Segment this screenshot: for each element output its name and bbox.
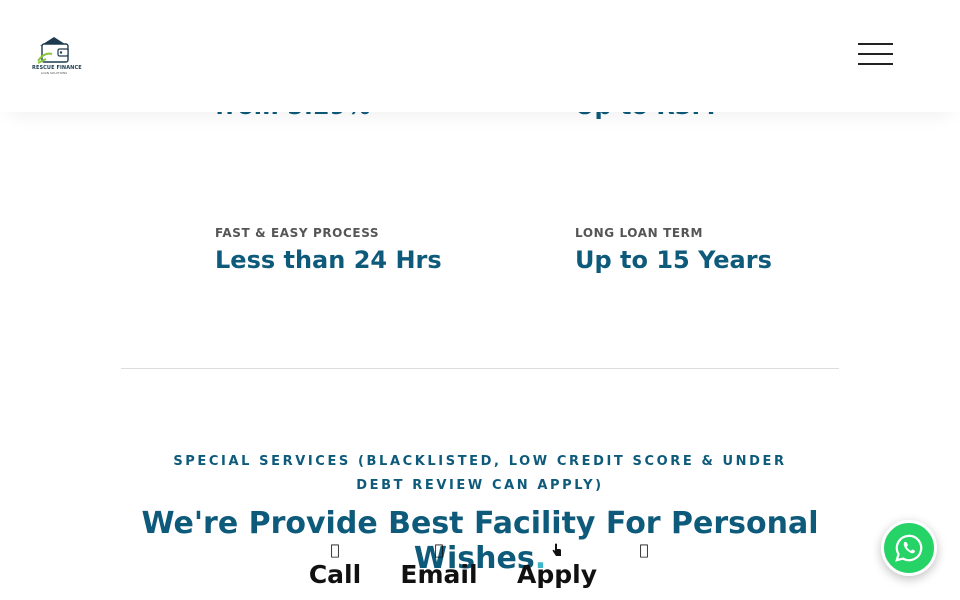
apply-label: Apply (516, 560, 597, 589)
phone-icon:  (305, 540, 365, 560)
stat-loan-term: LONG LOAN TERM Up to 15 Years (575, 226, 772, 274)
pointer-hand-icon (512, 540, 602, 560)
chat-button[interactable]:  (628, 540, 660, 560)
email-button[interactable]:  Email (395, 540, 483, 590)
stat-label: LONG LOAN TERM (575, 226, 704, 240)
brand-logo[interactable]: RESCUE FINANCE LOAN SOLUTIONS (32, 34, 82, 76)
whatsapp-icon (895, 534, 923, 562)
hamburger-line (858, 43, 893, 45)
site-header: RESCUE FINANCE LOAN SOLUTIONS (0, 0, 960, 112)
apply-button[interactable]: Apply (512, 540, 602, 590)
stat-value: Less than 24 Hrs (215, 246, 442, 274)
section-divider (121, 368, 839, 369)
hamburger-line (858, 53, 893, 55)
whatsapp-chat-button[interactable] (881, 520, 937, 576)
stat-process-time: FAST & EASY PROCESS Less than 24 Hrs (215, 226, 442, 274)
email-label: Email (400, 560, 478, 589)
call-label: Call (308, 560, 362, 589)
chat-icon:  (628, 540, 660, 560)
menu-toggle-button[interactable] (856, 42, 894, 68)
envelope-icon:  (395, 540, 483, 560)
section-eyebrow: SPECIAL SERVICES (BLACKLISTED, LOW CREDI… (173, 454, 787, 493)
wallet-logo-icon (37, 37, 69, 64)
stat-label: FAST & EASY PROCESS (215, 226, 380, 240)
call-button[interactable]:  Call (305, 540, 365, 590)
stat-value: Up to 15 Years (575, 246, 772, 274)
brand-tagline: LOAN SOLUTIONS (40, 71, 68, 75)
hamburger-line (858, 63, 893, 65)
